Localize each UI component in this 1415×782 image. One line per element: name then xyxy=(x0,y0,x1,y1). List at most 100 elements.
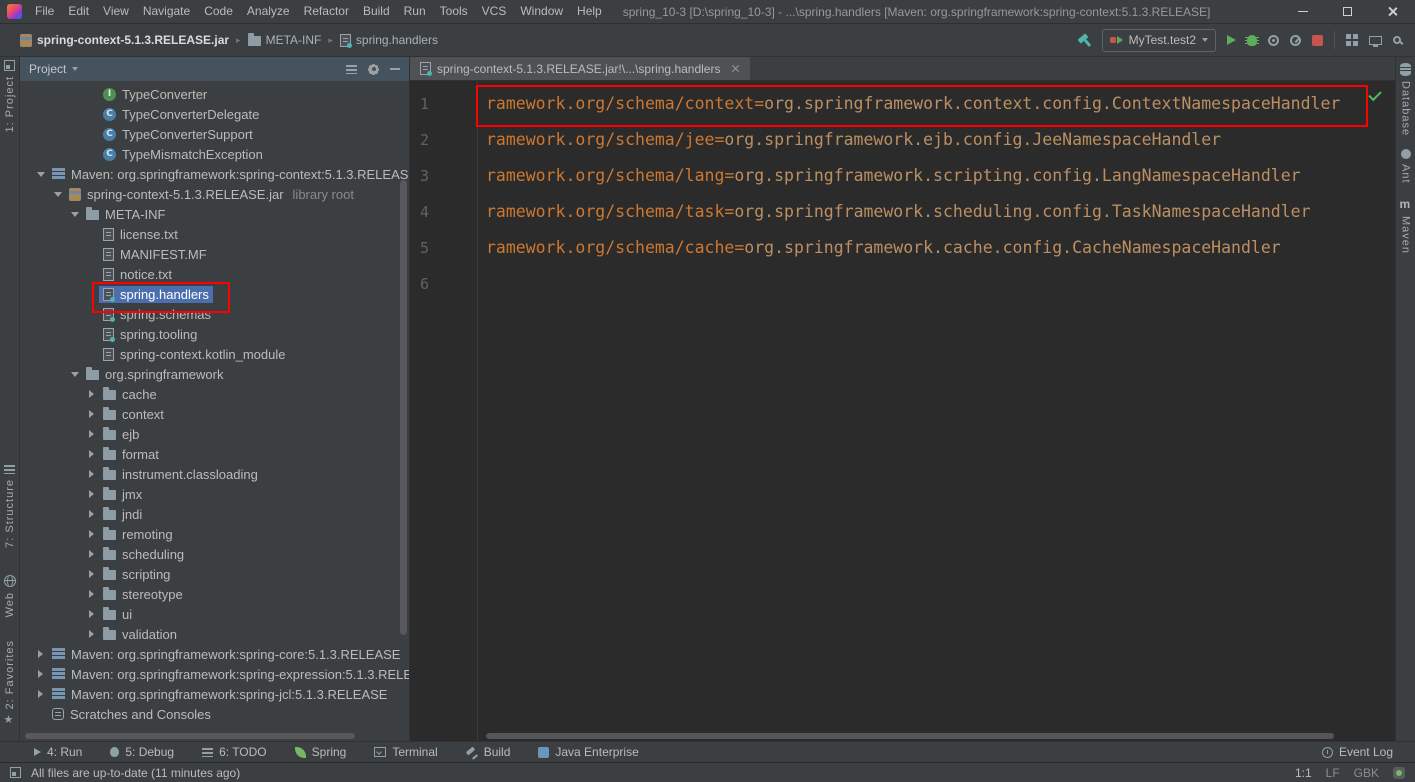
editor-content[interactable]: ramework.org/schema/context=org.springfr… xyxy=(486,81,1395,741)
chevron-collapsed-icon[interactable] xyxy=(84,544,99,564)
layout-grid-icon[interactable] xyxy=(1346,34,1358,46)
tree-row[interactable]: jndi xyxy=(20,504,409,524)
build-hammer-icon[interactable] xyxy=(1077,33,1091,47)
tree-row[interactable]: Maven: org.springframework:spring-expres… xyxy=(20,664,409,684)
tree-row[interactable]: cache xyxy=(20,384,409,404)
project-scrollbar-vertical[interactable] xyxy=(400,180,407,635)
tree-row[interactable]: format xyxy=(20,444,409,464)
tool-button-build[interactable]: Build xyxy=(466,745,511,759)
tree-row[interactable]: context xyxy=(20,404,409,424)
search-everywhere-icon[interactable] xyxy=(1393,36,1401,44)
tool-button-web[interactable]: Web xyxy=(0,575,19,617)
menu-navigate[interactable]: Navigate xyxy=(136,0,197,23)
hide-panel-icon[interactable] xyxy=(390,68,400,70)
breadcrumb-item[interactable]: META-INF xyxy=(247,33,321,47)
chevron-collapsed-icon[interactable] xyxy=(84,444,99,464)
debug-button[interactable] xyxy=(1245,34,1259,46)
run-button[interactable] xyxy=(1227,35,1236,45)
tree-row[interactable]: scheduling xyxy=(20,544,409,564)
tree-row[interactable]: stereotype xyxy=(20,584,409,604)
tree-row[interactable]: spring.tooling xyxy=(20,324,409,344)
stop-button[interactable] xyxy=(1312,34,1323,46)
tree-row[interactable]: notice.txt xyxy=(20,264,409,284)
chevron-expanded-icon[interactable] xyxy=(33,164,48,184)
tree-row[interactable]: Maven: org.springframework:spring-jcl:5.… xyxy=(20,684,409,704)
editor-scrollbar-horizontal[interactable] xyxy=(486,733,1334,739)
menu-refactor[interactable]: Refactor xyxy=(297,0,356,23)
tree-row[interactable]: spring-context.kotlin_module xyxy=(20,344,409,364)
chevron-collapsed-icon[interactable] xyxy=(33,684,48,704)
tool-button-java-enterprise[interactable]: Java Enterprise xyxy=(538,745,639,759)
caret-position[interactable]: 1:1 xyxy=(1295,766,1312,780)
chevron-collapsed-icon[interactable] xyxy=(84,524,99,544)
close-button[interactable] xyxy=(1370,0,1415,23)
collapse-all-icon[interactable] xyxy=(346,64,357,74)
menu-window[interactable]: Window xyxy=(513,0,570,23)
tree-row[interactable]: TypeMismatchException xyxy=(20,144,409,164)
editor-tab[interactable]: spring-context-5.1.3.RELEASE.jar!\...\sp… xyxy=(410,57,751,80)
project-scrollbar-horizontal[interactable] xyxy=(25,733,355,739)
coverage-button[interactable] xyxy=(1268,34,1279,46)
tree-row[interactable]: Maven: org.springframework:spring-contex… xyxy=(20,164,409,184)
chevron-collapsed-icon[interactable] xyxy=(84,564,99,584)
tree-row[interactable]: TypeConverter xyxy=(20,84,409,104)
tool-button-maven[interactable]: Maven xyxy=(1396,197,1415,254)
chevron-collapsed-icon[interactable] xyxy=(33,664,48,684)
menu-tools[interactable]: Tools xyxy=(433,0,475,23)
chevron-collapsed-icon[interactable] xyxy=(84,604,99,624)
menu-build[interactable]: Build xyxy=(356,0,397,23)
chevron-expanded-icon[interactable] xyxy=(67,364,82,384)
chevron-collapsed-icon[interactable] xyxy=(84,584,99,604)
tree-row[interactable]: ejb xyxy=(20,424,409,444)
project-view-selector[interactable]: Project xyxy=(29,62,66,76)
chevron-collapsed-icon[interactable] xyxy=(84,504,99,524)
tree-row[interactable]: META-INF xyxy=(20,204,409,224)
tree-row[interactable]: spring.schemas xyxy=(20,304,409,324)
file-encoding[interactable]: GBK xyxy=(1354,766,1379,780)
chevron-expanded-icon[interactable] xyxy=(67,204,82,224)
tree-row[interactable]: TypeConverterSupport xyxy=(20,124,409,144)
menu-edit[interactable]: Edit xyxy=(61,0,96,23)
tool-button-structure[interactable]: 7: Structure xyxy=(0,465,19,548)
run-config-selector[interactable]: MyTest.test2 xyxy=(1101,28,1216,52)
tree-row[interactable]: jmx xyxy=(20,484,409,504)
chevron-collapsed-icon[interactable] xyxy=(84,404,99,424)
monitor-icon[interactable] xyxy=(1369,35,1382,47)
chevron-collapsed-icon[interactable] xyxy=(84,484,99,504)
menu-run[interactable]: Run xyxy=(397,0,433,23)
tree-row[interactable]: validation xyxy=(20,624,409,644)
chevron-expanded-icon[interactable] xyxy=(50,184,65,204)
tool-button-project[interactable]: 1: Project xyxy=(0,60,19,132)
menu-vcs[interactable]: VCS xyxy=(475,0,514,23)
tree-row[interactable]: MANIFEST.MF xyxy=(20,244,409,264)
tree-row[interactable]: spring.handlers xyxy=(20,284,409,304)
close-tab-icon[interactable] xyxy=(731,64,740,73)
chevron-collapsed-icon[interactable] xyxy=(84,384,99,404)
tool-button-4-run[interactable]: 4: Run xyxy=(34,745,82,759)
chevron-collapsed-icon[interactable] xyxy=(84,424,99,444)
tree-row[interactable]: spring-context-5.1.3.RELEASE.jar library … xyxy=(20,184,409,204)
maximize-button[interactable] xyxy=(1325,0,1370,23)
minimize-button[interactable] xyxy=(1280,0,1325,23)
tool-button-5-debug[interactable]: 5: Debug xyxy=(110,745,174,759)
chevron-collapsed-icon[interactable] xyxy=(84,624,99,644)
tree-row[interactable]: scripting xyxy=(20,564,409,584)
tool-window-switcher-icon[interactable] xyxy=(10,767,21,778)
tree-row[interactable]: ui xyxy=(20,604,409,624)
menu-code[interactable]: Code xyxy=(197,0,240,23)
tool-button-6-todo[interactable]: 6: TODO xyxy=(202,745,267,759)
breadcrumb-item[interactable]: spring-context-5.1.3.RELEASE.jar xyxy=(20,33,229,47)
menu-analyze[interactable]: Analyze xyxy=(240,0,297,23)
line-separator[interactable]: LF xyxy=(1326,766,1340,780)
profiler-button[interactable] xyxy=(1290,34,1301,46)
tool-button-spring[interactable]: Spring xyxy=(294,745,346,759)
menu-view[interactable]: View xyxy=(96,0,136,23)
gear-icon[interactable] xyxy=(369,64,378,74)
tool-button-terminal[interactable]: Terminal xyxy=(374,745,438,759)
menu-help[interactable]: Help xyxy=(570,0,609,23)
tree-row[interactable]: TypeConverterDelegate xyxy=(20,104,409,124)
tree-row[interactable]: Maven: org.springframework:spring-core:5… xyxy=(20,644,409,664)
tree-row[interactable]: license.txt xyxy=(20,224,409,244)
tool-button-favorites[interactable]: 2: Favorites xyxy=(0,640,19,726)
tree-row[interactable]: org.springframework xyxy=(20,364,409,384)
